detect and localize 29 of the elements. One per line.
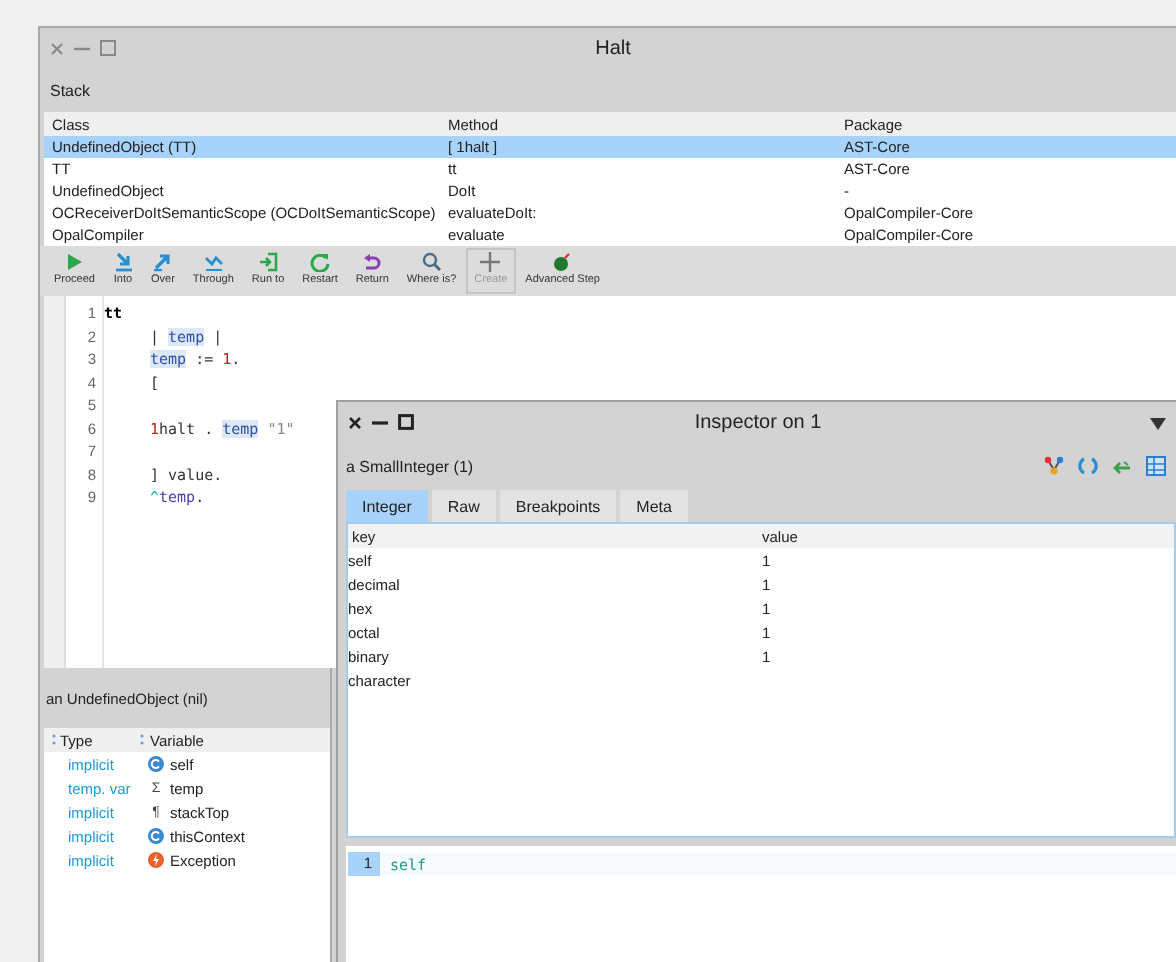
table-icon[interactable] [1146, 456, 1166, 476]
refresh-icon[interactable] [1078, 456, 1098, 476]
restart-icon [310, 252, 330, 272]
play-icon [64, 252, 85, 272]
tab[interactable]: Breakpoints [499, 490, 617, 522]
graph-icon[interactable] [1044, 456, 1064, 476]
section-label: Stack [50, 81, 91, 99]
window-title: Halt [595, 37, 631, 59]
close-icon[interactable] [348, 415, 362, 429]
arrow-down-icon [113, 252, 133, 272]
enter-box-icon [258, 252, 279, 272]
class-icon [148, 828, 164, 844]
arrow-up-icon [152, 252, 173, 272]
minimize-icon[interactable] [372, 415, 388, 429]
lightning-icon [148, 852, 164, 868]
bomb-icon [552, 252, 573, 272]
caret-icon[interactable] [1150, 418, 1166, 430]
tab[interactable]: Meta [620, 490, 688, 522]
tab[interactable]: Raw [431, 490, 496, 522]
zigzag-arrow-icon [203, 252, 224, 272]
inspected-object-label: a SmallInteger (1) [346, 457, 474, 475]
arrow-left-icon[interactable] [1112, 456, 1132, 476]
class-icon [148, 756, 164, 772]
window-title: Inspector on 1 [694, 411, 822, 433]
tab[interactable]: Integer [346, 490, 428, 522]
plus-icon [480, 252, 501, 272]
search-icon [421, 252, 442, 272]
return-arrow-icon [362, 252, 383, 272]
maximize-icon[interactable] [398, 414, 414, 430]
